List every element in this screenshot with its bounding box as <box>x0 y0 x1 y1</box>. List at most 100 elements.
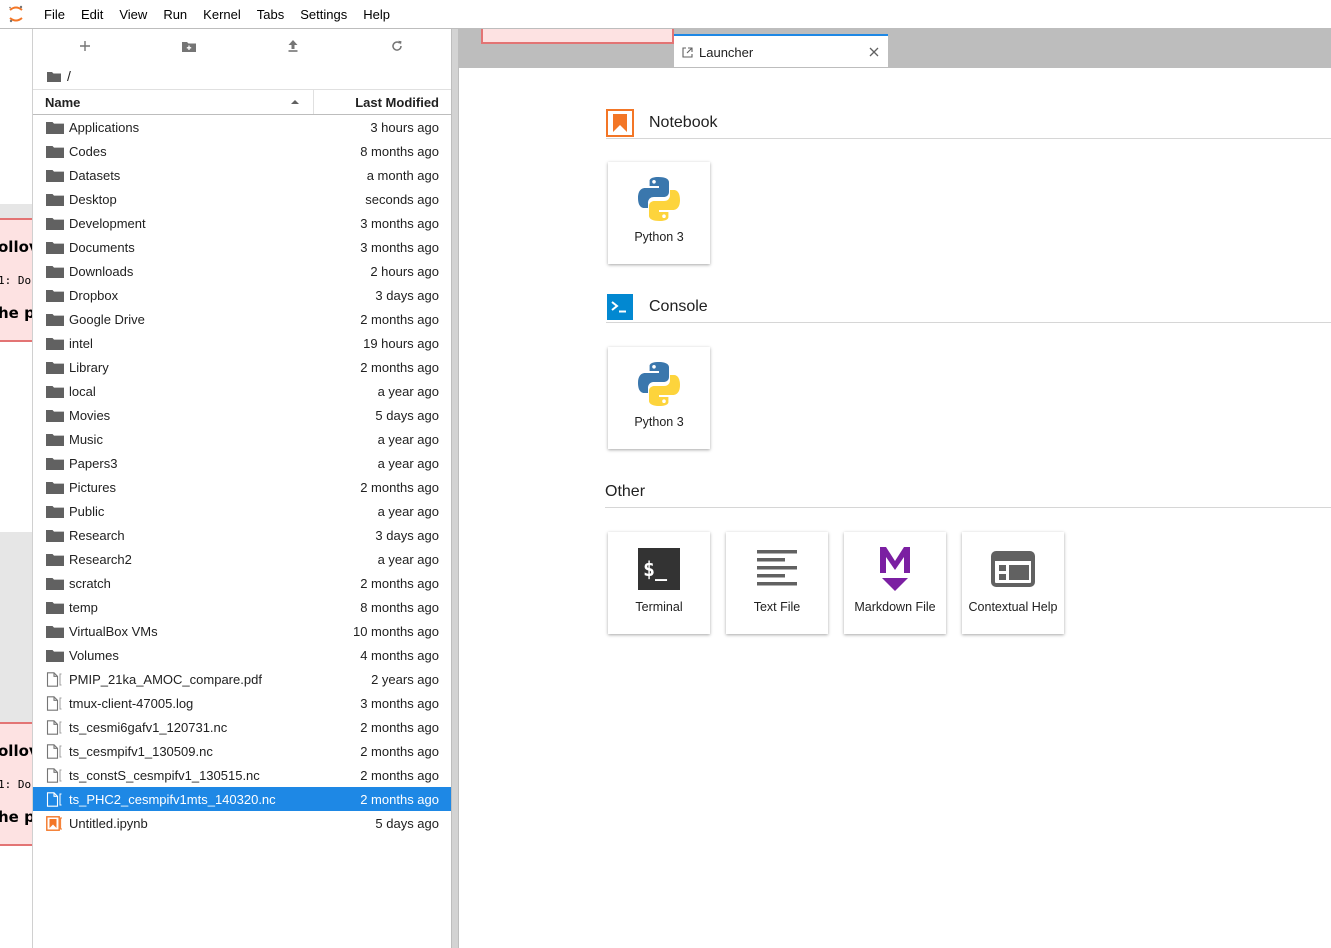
file-row[interactable]: tmux-client-47005.log 3 months ago <box>33 691 451 715</box>
file-modified: 2 hours ago <box>370 263 439 279</box>
file-name: ts_cesmi6gafv1_120731.nc <box>69 719 228 735</box>
file-row[interactable]: scratch 2 months ago <box>33 571 451 595</box>
console-python3-card[interactable]: Python 3 <box>608 347 710 449</box>
menu-bar: File Edit View Run Kernel Tabs Settings … <box>0 0 1331 29</box>
file-row[interactable]: Dropbox 3 days ago <box>33 283 451 307</box>
peek-heading-text: ollov <box>0 742 32 760</box>
file-modified: 2 months ago <box>360 479 439 495</box>
file-name: Datasets <box>69 167 121 183</box>
file-name: Library <box>69 359 109 375</box>
file-row[interactable]: Google Drive 2 months ago <box>33 307 451 331</box>
terminal-card[interactable]: $_ Terminal <box>608 532 710 634</box>
file-row[interactable]: Research2 a year ago <box>33 547 451 571</box>
menu-view[interactable]: View <box>111 0 155 29</box>
file-row[interactable]: intel 19 hours ago <box>33 331 451 355</box>
file-row[interactable]: Downloads 2 hours ago <box>33 259 451 283</box>
folder-icon <box>46 431 66 447</box>
file-name: ts_PHC2_cesmpifv1mts_140320.nc <box>69 791 276 807</box>
folder-icon <box>46 263 66 279</box>
file-row[interactable]: VirtualBox VMs 10 months ago <box>33 619 451 643</box>
menu-settings[interactable]: Settings <box>292 0 355 29</box>
file-row[interactable]: Volumes 4 months ago <box>33 643 451 667</box>
file-name: Movies <box>69 407 111 423</box>
file-name: Pictures <box>69 479 116 495</box>
markdown-file-card[interactable]: Markdown File <box>844 532 946 634</box>
file-row[interactable]: ts_cesmpifv1_130509.nc 2 months ago <box>33 739 451 763</box>
menu-file[interactable]: File <box>32 0 73 29</box>
tab-launcher[interactable]: Launcher <box>674 34 888 68</box>
file-row[interactable]: Development 3 months ago <box>33 211 451 235</box>
file-modified: 2 months ago <box>360 791 439 807</box>
menu-run[interactable]: Run <box>155 0 195 29</box>
new-folder-icon <box>182 42 196 52</box>
menu-tabs[interactable]: Tabs <box>249 0 292 29</box>
file-row[interactable]: temp 8 months ago <box>33 595 451 619</box>
refresh-button[interactable] <box>345 29 449 63</box>
file-modified: 2 months ago <box>360 767 439 783</box>
folder-icon <box>46 575 66 591</box>
contextual-help-card[interactable]: Contextual Help <box>962 532 1064 634</box>
card-label: Markdown File <box>854 600 936 614</box>
panel-splitter[interactable] <box>451 29 459 948</box>
new-folder-button[interactable] <box>137 29 241 63</box>
folder-icon <box>46 359 66 375</box>
text-file-icon <box>757 550 797 586</box>
file-modified: 2 months ago <box>360 359 439 375</box>
folder-icon <box>46 407 66 423</box>
file-row[interactable]: Codes 8 months ago <box>33 139 451 163</box>
file-row[interactable]: Movies 5 days ago <box>33 403 451 427</box>
file-row[interactable]: Public a year ago <box>33 499 451 523</box>
breadcrumb-root[interactable]: / <box>67 68 71 84</box>
file-list-header: Name Last Modified <box>33 89 451 115</box>
tab-launcher-label: Launcher <box>699 44 754 60</box>
file-modified: 3 days ago <box>375 287 439 303</box>
file-name: Google Drive <box>69 311 145 327</box>
file-row[interactable]: Papers3 a year ago <box>33 451 451 475</box>
file-row[interactable]: Applications 3 hours ago <box>33 115 451 139</box>
text-file-card[interactable]: Text File <box>726 532 828 634</box>
file-name: Codes <box>69 143 107 159</box>
python-logo-icon <box>638 362 680 406</box>
file-row[interactable]: ts_PHC2_cesmpifv1mts_140320.nc 2 months a… <box>33 787 451 811</box>
upload-icon <box>288 40 298 52</box>
file-name: scratch <box>69 575 111 591</box>
new-launcher-button[interactable] <box>33 29 137 63</box>
close-icon[interactable] <box>860 47 888 57</box>
folder-icon <box>46 623 66 639</box>
file-row[interactable]: Desktop seconds ago <box>33 187 451 211</box>
file-icon <box>46 791 66 807</box>
menu-edit[interactable]: Edit <box>73 0 111 29</box>
file-row[interactable]: Documents 3 months ago <box>33 235 451 259</box>
home-folder-icon[interactable] <box>47 71 61 82</box>
notebook-python3-card[interactable]: Python 3 <box>608 162 710 264</box>
menu-help[interactable]: Help <box>355 0 398 29</box>
file-row[interactable]: Datasets a month ago <box>33 163 451 187</box>
folder-icon <box>46 167 66 183</box>
plus-icon <box>80 41 90 51</box>
file-modified: 4 months ago <box>360 647 439 663</box>
file-row[interactable]: ts_cesmi6gafv1_120731.nc 2 months ago <box>33 715 451 739</box>
console-cards: Python 3 <box>608 347 710 449</box>
peek-gray-band <box>0 532 32 722</box>
file-name: Applications <box>69 119 140 135</box>
modified-column-header[interactable]: Last Modified <box>314 90 451 114</box>
upload-button[interactable] <box>241 29 345 63</box>
notebook-icon <box>606 108 634 137</box>
file-row[interactable]: PMIP_21ka_AMOC_compare.pdf 2 years ago <box>33 667 451 691</box>
file-row[interactable]: Untitled.ipynb 5 days ago <box>33 811 451 835</box>
file-row[interactable]: Pictures 2 months ago <box>33 475 451 499</box>
background-notebook-peek: ollov 1: Do he p ollov 1: Do he p <box>0 29 33 948</box>
menu-kernel[interactable]: Kernel <box>195 0 249 29</box>
file-modified: seconds ago <box>365 191 439 207</box>
file-name: intel <box>69 335 93 351</box>
folder-icon <box>46 479 66 495</box>
file-modified: a year ago <box>377 503 439 519</box>
file-row[interactable]: ts_constS_cesmpifv1_130515.nc 2 months ag… <box>33 763 451 787</box>
file-row[interactable]: Music a year ago <box>33 427 451 451</box>
notebook-file-icon <box>46 815 66 831</box>
file-row[interactable]: local a year ago <box>33 379 451 403</box>
refresh-icon <box>392 40 402 51</box>
name-column-header[interactable]: Name <box>33 90 314 114</box>
file-row[interactable]: Library 2 months ago <box>33 355 451 379</box>
file-row[interactable]: Research 3 days ago <box>33 523 451 547</box>
